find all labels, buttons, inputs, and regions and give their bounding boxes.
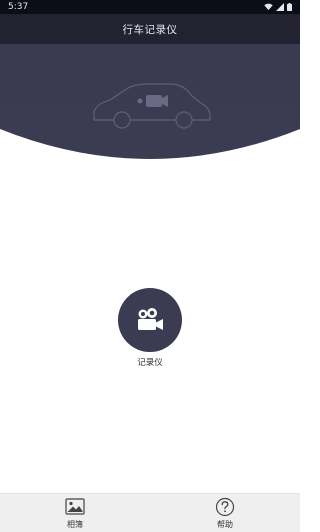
record-button-label: 记录仪	[137, 358, 163, 368]
nav-label-help: 帮助	[217, 519, 233, 529]
battery-icon	[287, 3, 292, 11]
page-title: 行车记录仪	[122, 23, 178, 36]
nav-item-help[interactable]: 帮助	[150, 494, 300, 532]
title-bar: 行车记录仪	[0, 14, 300, 44]
video-camera-icon	[138, 308, 163, 330]
signal-icon	[276, 3, 284, 11]
image-icon	[65, 497, 85, 517]
car-icon	[93, 83, 211, 129]
wifi-icon	[264, 3, 273, 11]
status-icons	[264, 3, 292, 11]
help-icon	[215, 497, 235, 517]
nav-item-album[interactable]: 相簿	[0, 494, 150, 532]
nav-label-album: 相簿	[67, 519, 83, 529]
status-bar: 5:37	[0, 0, 300, 14]
camera-mark-icon	[137, 95, 168, 107]
status-time: 5:37	[8, 2, 29, 12]
dashcam-record-button[interactable]	[118, 288, 182, 352]
bottom-nav: 相簿 帮助	[0, 493, 300, 532]
